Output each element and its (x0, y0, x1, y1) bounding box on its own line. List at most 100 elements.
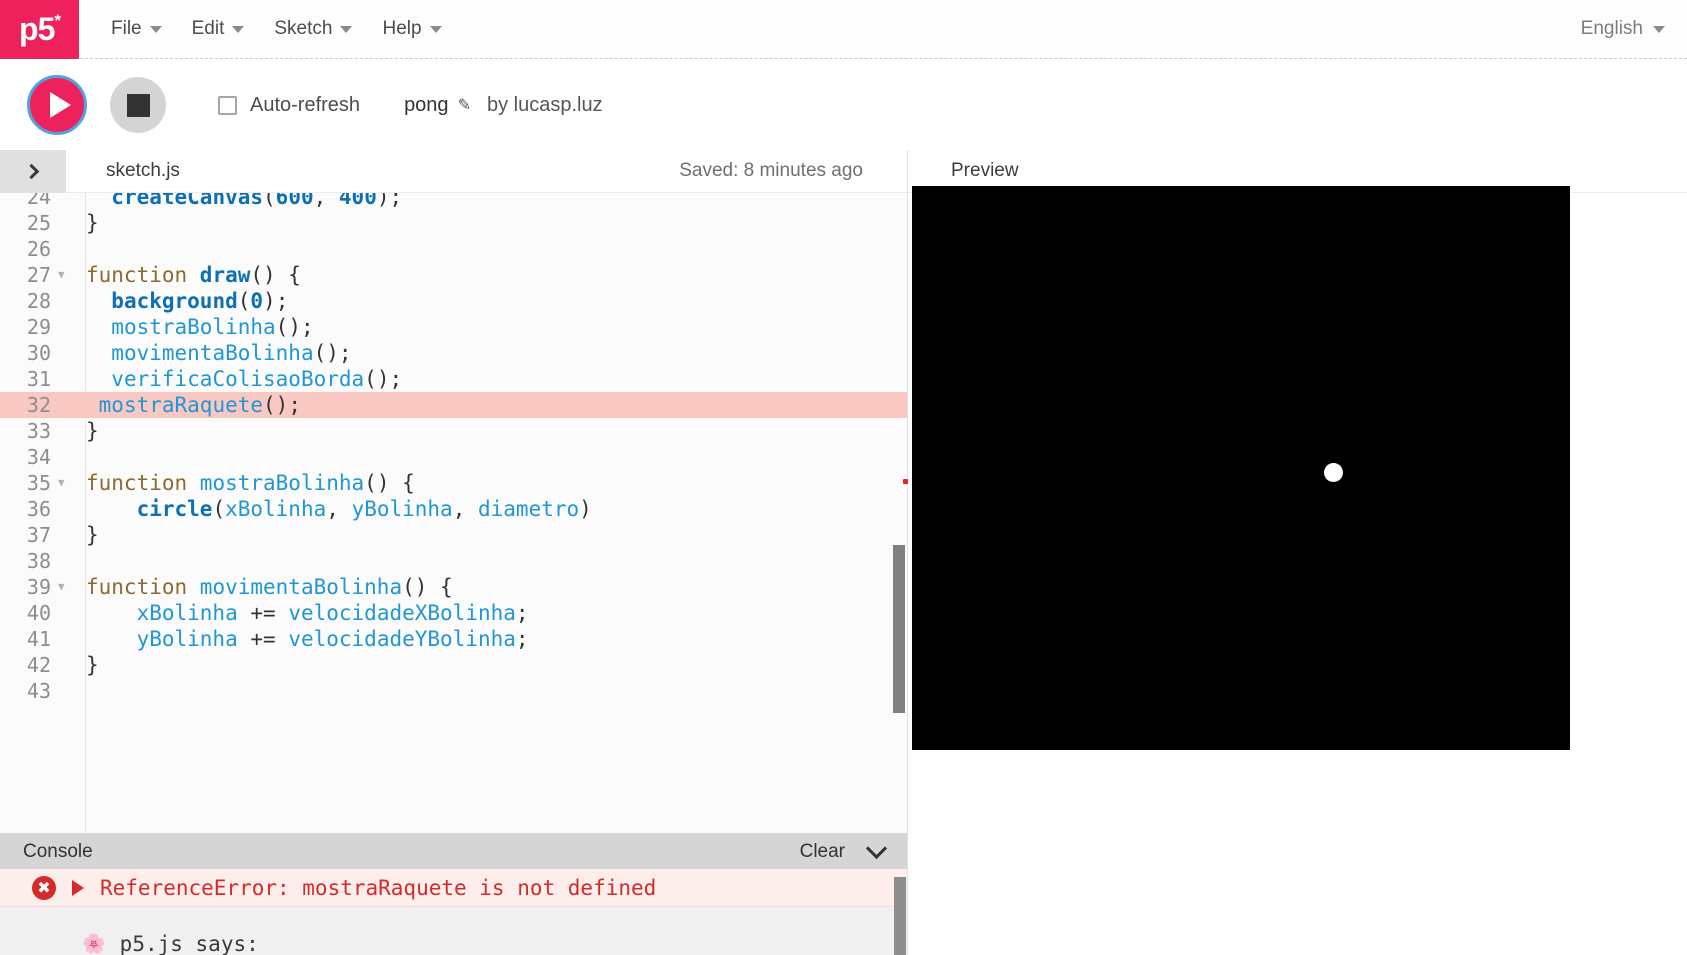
code-line[interactable]: 25} (0, 210, 907, 236)
preview-pane: Preview (908, 150, 1687, 955)
code-line[interactable]: 39 ▼ function movimentaBolinha() { (0, 574, 907, 600)
code-line[interactable]: 40 xBolinha += velocidadeXBolinha; (0, 600, 907, 626)
console-clear-button[interactable]: Clear (800, 841, 845, 863)
menu-sketch-label: Sketch (274, 18, 333, 39)
code-line[interactable]: 27 ▼ function draw() { (0, 262, 907, 288)
line-number: 35 (26, 471, 51, 495)
code-text: } (86, 653, 99, 677)
line-number: 25 (26, 211, 51, 235)
code-line[interactable]: 32 mostraRaquete(); (0, 392, 907, 418)
fold-toggle-icon[interactable]: ▼ (58, 574, 72, 600)
sketch-name-field[interactable]: pong ✎ (404, 94, 471, 117)
menu-sketch[interactable]: Sketch (262, 12, 364, 46)
p5-web-editor: p5 * File Edit Sketch Help English Auto-… (0, 0, 1687, 955)
code-line[interactable]: 38 (0, 548, 907, 574)
console-title[interactable]: Console (23, 841, 93, 863)
console-output[interactable]: ✖ ReferenceError: mostraRaquete is not d… (0, 869, 907, 955)
code-text: mostraRaquete(); (98, 393, 301, 417)
console-header: Console Clear (0, 834, 907, 869)
p5-logo[interactable]: p5 * (0, 0, 79, 59)
line-number: 38 (26, 549, 51, 573)
line-number: 26 (26, 237, 51, 261)
p5-sketch-canvas[interactable] (912, 186, 1570, 750)
menu-help-label: Help (382, 18, 422, 39)
menu-file[interactable]: File (99, 12, 174, 46)
code-line[interactable]: 28 background(0); (0, 288, 907, 314)
code-line[interactable]: 42} (0, 652, 907, 678)
code-text: function draw() { (86, 263, 301, 287)
language-selector[interactable]: English (1581, 18, 1665, 40)
code-line[interactable]: 36 circle(xBolinha, yBolinha, diametro) (0, 496, 907, 522)
code-editor[interactable]: 24 createCanvas(600, 400); 25} 26 27 ▼ functi… (0, 193, 907, 833)
code-line[interactable]: 37} (0, 522, 907, 548)
line-number: 43 (26, 679, 51, 703)
line-number: 34 (26, 445, 51, 469)
p5-logo-star: * (54, 10, 61, 30)
main-split: sketch.js Saved: 8 minutes ago 24 create… (0, 149, 1687, 955)
code-line[interactable]: 26 (0, 236, 907, 262)
stop-button[interactable] (110, 77, 166, 133)
play-button[interactable] (27, 75, 87, 135)
language-label: English (1580, 18, 1643, 39)
fold-toggle-icon[interactable]: ▼ (58, 262, 72, 288)
code-line[interactable]: 33} (0, 418, 907, 444)
pencil-icon[interactable]: ✎ (458, 95, 471, 115)
sketch-author[interactable]: by lucasp.luz (487, 94, 603, 117)
line-number: 28 (26, 289, 51, 313)
code-line[interactable]: 24 createCanvas(600, 400); (0, 193, 907, 210)
chevron-down-icon (340, 25, 353, 33)
code-line[interactable]: 30 movimentaBolinha(); (0, 340, 907, 366)
code-text: } (86, 523, 99, 547)
pong-ball (1324, 463, 1343, 482)
file-tab-sketch-js[interactable]: sketch.js (106, 160, 180, 182)
sketch-name-text: pong (404, 93, 449, 116)
code-line-list: 24 createCanvas(600, 400); 25} 26 27 ▼ functi… (0, 193, 907, 704)
line-number: 37 (26, 523, 51, 547)
menu-edit[interactable]: Edit (180, 12, 257, 46)
sketch-author-label: by lucasp.luz (486, 93, 603, 116)
code-line[interactable]: 43 (0, 678, 907, 704)
expand-triangle-icon[interactable] (72, 879, 84, 896)
line-number: 29 (26, 315, 51, 339)
code-text: xBolinha += velocidadeXBolinha; (136, 601, 529, 625)
code-text: } (86, 211, 99, 235)
code-text: } (86, 419, 99, 443)
code-line[interactable]: 41 yBolinha += velocidadeYBolinha; (0, 626, 907, 652)
editor-scrollbar-thumb[interactable] (893, 545, 905, 713)
fold-toggle-icon[interactable]: ▼ (58, 470, 72, 496)
code-text: createCanvas(600, 400); (111, 193, 403, 209)
canvas-container (908, 186, 1687, 761)
error-icon: ✖ (32, 875, 56, 900)
console-scrollbar-thumb[interactable] (894, 877, 906, 955)
code-text: yBolinha += velocidadeYBolinha; (136, 627, 529, 651)
p5-says-line: 🌸 p5.js says: (82, 929, 907, 955)
code-text: circle(xBolinha, yBolinha, diametro) (136, 497, 592, 521)
console-pane: Console Clear ✖ ReferenceError: mostraRa… (0, 833, 907, 955)
code-line[interactable]: 34 (0, 444, 907, 470)
code-text: verificaColisaoBorda(); (111, 367, 403, 391)
sidebar-toggle-button[interactable] (0, 149, 66, 193)
line-number: 31 (26, 367, 51, 391)
menu-help[interactable]: Help (370, 12, 453, 46)
line-number: 24 (26, 193, 51, 209)
line-number: 27 (26, 263, 51, 287)
line-number: 33 (26, 419, 51, 443)
line-number: 40 (26, 601, 51, 625)
p5-says-title: p5.js says: (119, 932, 259, 955)
code-line[interactable]: 35 ▼ function mostraBolinha() { (0, 470, 907, 496)
code-text: function mostraBolinha() { (86, 471, 415, 495)
auto-refresh-checkbox[interactable] (218, 95, 237, 115)
line-number: 30 (26, 341, 51, 365)
play-icon (49, 92, 71, 118)
code-text: background(0); (111, 289, 289, 313)
code-line[interactable]: 29 mostraBolinha(); (0, 314, 907, 340)
editor-pane: sketch.js Saved: 8 minutes ago 24 create… (0, 149, 908, 955)
console-error-row[interactable]: ✖ ReferenceError: mostraRaquete is not d… (0, 869, 907, 907)
auto-refresh-label: Auto-refresh (250, 93, 361, 116)
line-number: 42 (26, 653, 51, 677)
code-line[interactable]: 31 verificaColisaoBorda(); (0, 366, 907, 392)
auto-refresh-toggle[interactable]: Auto-refresh (218, 94, 360, 117)
chevron-down-icon[interactable] (865, 837, 888, 859)
line-number: 36 (26, 497, 51, 521)
top-navbar: p5 * File Edit Sketch Help English (0, 0, 1687, 59)
